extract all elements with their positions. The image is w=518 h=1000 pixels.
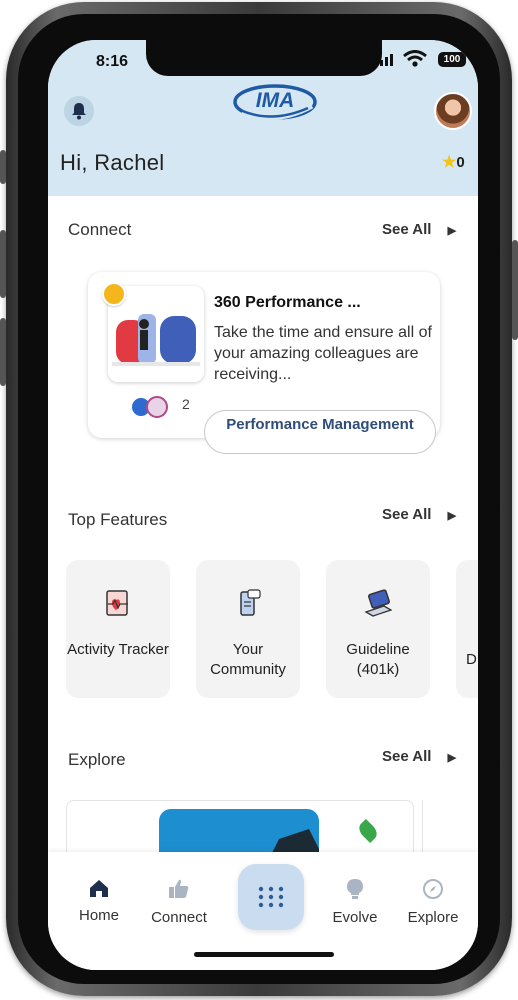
star-icon: ★: [442, 154, 457, 171]
connect-section-title: Connect: [68, 220, 132, 239]
favorite-badge: [102, 282, 126, 306]
explore-section-title: Explore: [68, 750, 126, 769]
participant-avatars: [130, 396, 174, 418]
connect-see-all-button[interactable]: See All ▶: [382, 221, 456, 238]
explore-see-all-button[interactable]: See All ▶: [382, 748, 456, 765]
notch: [146, 40, 382, 76]
see-all-label: See All: [382, 221, 432, 238]
card-title: 360 Performance ...: [214, 294, 361, 311]
grid-icon: [258, 886, 284, 908]
feature-label: Activity Tracker: [67, 641, 169, 658]
app-header: 8:16 100 IMA Hi, Rachel ★0: [48, 40, 478, 196]
app-screen: 8:16 100 IMA Hi, Rachel ★0 Connect See A…: [48, 40, 478, 970]
top-features-see-all-button[interactable]: See All ▶: [382, 506, 456, 523]
mute-switch: [0, 150, 6, 184]
phone-chat-icon: [240, 589, 261, 616]
feature-label: Your Community: [210, 641, 286, 678]
volume-down-button: [0, 318, 6, 386]
compass-icon: [423, 879, 443, 899]
signal-bar: [390, 54, 393, 66]
wifi-icon: [402, 50, 428, 73]
chevron-right-icon: ▶: [447, 225, 457, 237]
leaf-icon: [355, 818, 381, 844]
nav-label: Evolve: [332, 909, 378, 926]
feature-label: Guideline (401k): [346, 641, 410, 678]
feature-activity-tracker[interactable]: Activity Tracker: [66, 560, 170, 698]
connect-card[interactable]: 2 360 Performance ... Take the time and …: [88, 272, 440, 454]
participant-count: 2: [182, 396, 190, 412]
nav-evolve[interactable]: Evolve: [320, 878, 390, 926]
see-all-label: See All: [382, 506, 432, 523]
nav-label: Explore: [407, 909, 459, 926]
laptop-icon: [364, 589, 392, 617]
heart-monitor-icon: [106, 590, 128, 616]
notifications-button[interactable]: [64, 96, 94, 126]
signal-bar: [385, 57, 388, 66]
nav-explore[interactable]: Explore: [398, 878, 468, 926]
thumbs-up-icon: [169, 879, 189, 898]
logo-text: IMA: [255, 89, 295, 112]
nav-label: Home: [78, 907, 119, 924]
nav-home[interactable]: Home: [64, 878, 134, 924]
feature-your-community[interactable]: Your Community: [196, 560, 300, 698]
chevron-right-icon: ▶: [447, 752, 457, 764]
feature-partial[interactable]: D: [456, 560, 478, 698]
card-category-tag[interactable]: Performance Management: [204, 410, 436, 454]
points-display[interactable]: ★0: [442, 152, 465, 172]
card-description: Take the time and ensure all of your ama…: [214, 324, 432, 383]
power-button: [512, 240, 518, 340]
feature-label: D: [466, 651, 477, 668]
status-time: 8:16: [96, 53, 129, 70]
ima-logo: IMA: [232, 82, 318, 122]
feature-carousel[interactable]: Activity Tracker Your Community Guidelin…: [48, 560, 478, 700]
home-icon: [90, 880, 108, 897]
chevron-right-icon: ▶: [447, 510, 457, 522]
nav-label: Connect: [151, 909, 207, 926]
status-icons: 100: [378, 50, 470, 70]
avatar[interactable]: [434, 92, 472, 130]
bell-icon: [72, 103, 86, 120]
greeting: Hi, Rachel: [60, 150, 165, 175]
feature-guideline-401k[interactable]: Guideline (401k): [326, 560, 430, 698]
see-all-label: See All: [382, 748, 432, 765]
home-indicator: [194, 952, 334, 957]
battery-indicator: 100: [438, 52, 466, 67]
volume-up-button: [0, 230, 6, 298]
top-features-section-title: Top Features: [68, 510, 168, 529]
points-value: 0: [456, 154, 465, 171]
lightbulb-icon: [347, 879, 363, 899]
avatar-icon: [146, 396, 168, 418]
nav-connect[interactable]: Connect: [144, 878, 214, 926]
apps-menu-button[interactable]: [238, 864, 304, 930]
